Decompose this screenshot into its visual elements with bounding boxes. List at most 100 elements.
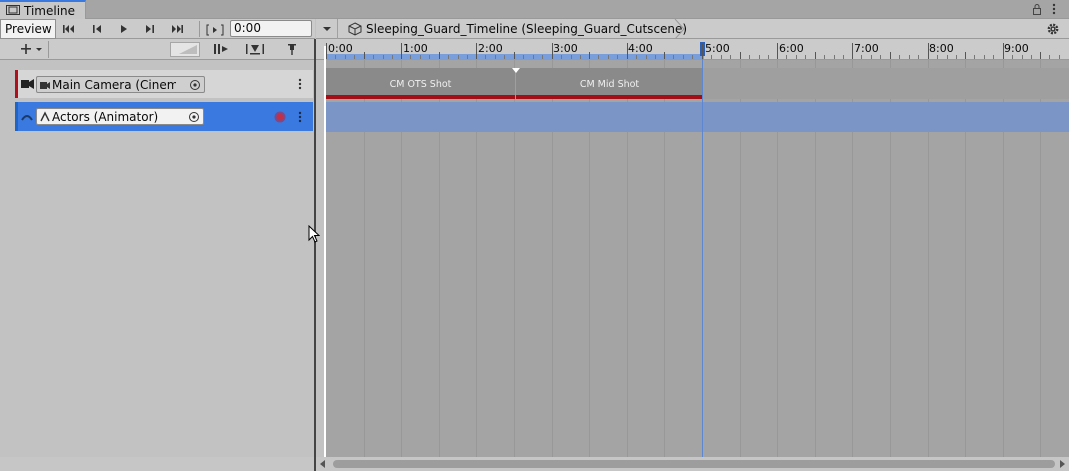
preview-button[interactable]: Preview [0, 19, 56, 39]
previous-frame-icon [93, 25, 101, 33]
window-tab-timeline[interactable]: Timeline [0, 0, 86, 20]
ruler-small-tick [523, 55, 524, 59]
ruler-small-tick [796, 55, 797, 59]
scroll-right-icon[interactable] [1059, 460, 1065, 468]
kebab-menu-icon[interactable] [1051, 3, 1057, 15]
scroll-left-icon[interactable] [320, 460, 326, 468]
ruler-minor-tick [740, 52, 741, 59]
clip-label: CM OTS Shot [389, 79, 452, 90]
add-track-button[interactable] [16, 42, 46, 56]
ruler-small-tick [880, 55, 881, 59]
ramp-icon [179, 45, 197, 54]
breadcrumb-label: Sleeping_Guard_Timeline (Sleeping_Guard_… [366, 22, 688, 36]
timeline-dropdown[interactable] [316, 19, 338, 39]
clip[interactable]: CM OTS Shot [326, 68, 515, 99]
pin-icon [288, 44, 296, 55]
kebab-menu-icon[interactable] [297, 110, 303, 124]
track-label: Main Camera (Cinemac [52, 78, 176, 92]
ruler-small-tick [984, 55, 985, 59]
clip[interactable]: CM Mid Shot [516, 68, 703, 99]
ruler-major-tick [627, 43, 628, 59]
ruler-small-tick [345, 55, 346, 59]
ruler-minor-tick [514, 52, 515, 59]
kebab-menu-icon[interactable] [297, 77, 303, 91]
previous-frame-button[interactable] [85, 21, 109, 37]
actors-track-lane[interactable] [325, 102, 1069, 132]
ripple-edit-button[interactable] [212, 43, 232, 55]
replace-edit-button[interactable] [245, 42, 265, 56]
camera-icon [40, 82, 50, 89]
pin-button[interactable] [286, 42, 298, 56]
ruler-major-tick [928, 43, 929, 59]
snap-toggle[interactable] [170, 42, 200, 57]
ruler-small-tick [495, 55, 496, 59]
ruler-small-tick [768, 55, 769, 59]
ruler-major-tick [852, 43, 853, 59]
ruler-small-tick [786, 55, 787, 59]
ruler-small-tick [673, 55, 674, 59]
track-header-actors[interactable]: Actors (Animator) [15, 102, 313, 131]
jump-to-end-button[interactable] [165, 21, 189, 37]
ruler-minor-tick [664, 52, 665, 59]
ruler-label: 0:00 [328, 42, 353, 55]
window-tab-label: Timeline [24, 4, 76, 18]
ruler-small-tick [420, 55, 421, 59]
ruler-small-tick [608, 55, 609, 59]
ruler-small-tick [636, 55, 637, 59]
ruler-small-tick [383, 55, 384, 59]
ruler-label: 7:00 [854, 42, 879, 55]
lock-icon[interactable] [1032, 3, 1042, 15]
playhead[interactable] [324, 46, 326, 457]
header-divider[interactable] [314, 39, 316, 471]
ruler-small-tick [947, 55, 948, 59]
ruler-small-tick [1022, 55, 1023, 59]
scrollbar-thumb[interactable] [333, 460, 1055, 468]
ruler-small-tick [805, 55, 806, 59]
play-icon [121, 25, 127, 33]
play-range-icon [206, 24, 224, 36]
ruler-major-tick [777, 43, 778, 59]
current-time-field[interactable]: 0:00 [230, 20, 312, 37]
track-header-main-camera[interactable]: Main Camera (Cinemac [15, 70, 313, 98]
jump-to-end-icon [172, 25, 183, 33]
ruler-small-tick [824, 55, 825, 59]
object-picker-icon[interactable] [189, 79, 201, 91]
cube-icon [348, 22, 362, 36]
plus-dropdown-icon [21, 44, 42, 54]
ruler-minor-tick [589, 52, 590, 59]
ruler-small-tick [843, 55, 844, 59]
record-icon[interactable] [273, 110, 287, 124]
ruler-label: 9:00 [1004, 42, 1029, 55]
ruler-small-tick [974, 55, 975, 59]
ruler-major-tick [552, 43, 553, 59]
ruler-small-tick [485, 55, 486, 59]
ruler-small-tick [533, 55, 534, 59]
clip-label: CM Mid Shot [579, 79, 640, 90]
jump-to-start-button[interactable] [57, 21, 81, 37]
ruler-small-tick [561, 55, 562, 59]
ruler-minor-tick [364, 52, 365, 59]
play-range-button[interactable] [203, 21, 227, 37]
ruler-label: 6:00 [779, 42, 804, 55]
ruler-small-tick [993, 55, 994, 59]
window-tab-bar [0, 0, 1069, 19]
animator-icon [21, 115, 33, 121]
cinemachine-icon [21, 79, 34, 89]
gear-icon[interactable] [1046, 22, 1060, 36]
ruler-small-tick [504, 55, 505, 59]
ruler-small-tick [571, 55, 572, 59]
next-frame-button[interactable] [138, 21, 162, 37]
next-frame-icon [146, 25, 154, 33]
toolbar-separator [48, 41, 49, 58]
ruler-small-tick [373, 55, 374, 59]
ruler-small-tick [871, 55, 872, 59]
ruler-small-tick [1059, 55, 1060, 59]
jump-to-start-icon [63, 25, 74, 33]
breadcrumb[interactable]: Sleeping_Guard_Timeline (Sleeping_Guard_… [338, 19, 688, 39]
actors-binding-field[interactable]: Actors (Animator) [36, 108, 204, 125]
camera-binding-field[interactable]: Main Camera (Cinemac [36, 76, 205, 93]
object-picker-icon[interactable] [188, 111, 200, 123]
ruler-small-tick [655, 55, 656, 59]
play-button[interactable] [112, 21, 136, 37]
ruler-small-tick [683, 55, 684, 59]
